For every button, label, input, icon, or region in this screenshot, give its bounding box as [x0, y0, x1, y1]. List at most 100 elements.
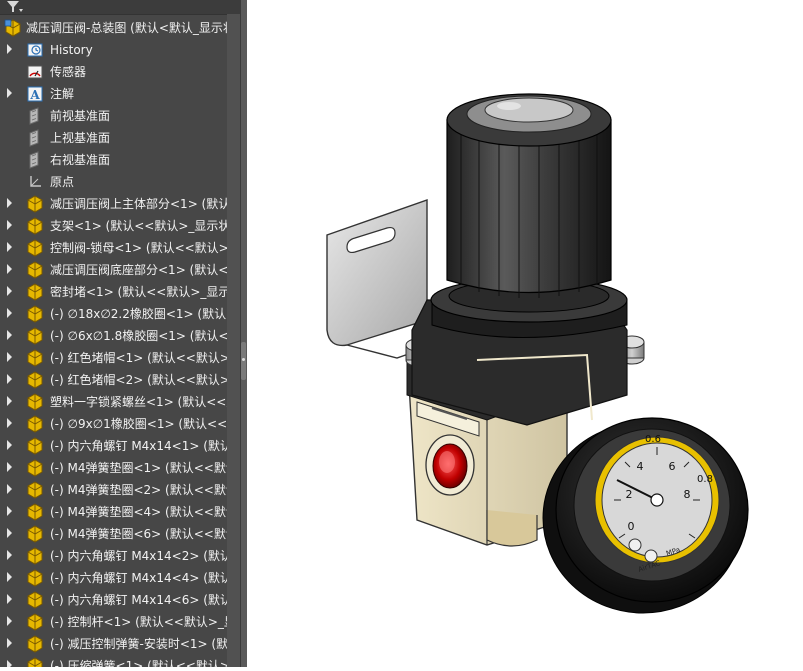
expand-arrow-icon[interactable] — [7, 462, 12, 472]
tree-item-label: 减压调压阀上主体部分<1> (默认<<默认>_显示状态 1>) — [50, 197, 240, 211]
tree-item[interactable]: History — [0, 39, 240, 61]
part-icon — [27, 305, 43, 323]
svg-text:A: A — [29, 88, 40, 102]
tree-item[interactable]: (-) 内六角螺钉 M4x14<6> (默认<<默认>_显示状态 1>) — [0, 589, 240, 611]
panel-splitter[interactable] — [240, 0, 247, 667]
tree-item[interactable]: (-) ∅6x∅1.8橡胶圈<1> (默认<<默认>_显示状态 1>) — [0, 325, 240, 347]
tree-root-assembly[interactable]: 减压调压阀-总装图 (默认<默认_显示状态-1>) — [0, 17, 240, 39]
part-icon — [27, 195, 43, 213]
tree-item[interactable]: 原点 — [0, 171, 240, 193]
expand-arrow-icon[interactable] — [7, 572, 12, 582]
tree-item[interactable]: (-) 控制杆<1> (默认<<默认>_显示状态 1>) — [0, 611, 240, 633]
gauge-scale-2: 2 — [626, 488, 633, 501]
expand-arrow-icon[interactable] — [7, 44, 12, 54]
expand-arrow-icon[interactable] — [7, 396, 12, 406]
tree-item[interactable]: (-) 红色堵帽<1> (默认<<默认>_显示状态 1>) — [0, 347, 240, 369]
tree-item[interactable]: 密封堵<1> (默认<<默认>_显示状态 1>) — [0, 281, 240, 303]
expand-arrow-icon[interactable] — [7, 440, 12, 450]
tree-item[interactable]: (-) ∅9x∅1橡胶圈<1> (默认<<默认>_显示状态 1>) — [0, 413, 240, 435]
expand-arrow-icon[interactable] — [7, 242, 12, 252]
tree-item[interactable]: A 注解 — [0, 83, 240, 105]
tree-filter-bar — [0, 0, 240, 15]
annotation-icon: A — [27, 86, 43, 102]
expand-arrow-icon[interactable] — [7, 88, 12, 98]
graphics-viewport[interactable]: 0 2 4 6 8 0.6 0.8 AirTAC MPa — [247, 0, 803, 667]
tree-item-label: 减压调压阀底座部分<1> (默认<<默认>_显示状态 1>) — [50, 263, 240, 277]
tree-item[interactable]: (-) ∅18x∅2.2橡胶圈<1> (默认<<默认>_显示状态 1>) — [0, 303, 240, 325]
tree-item-label: (-) 控制杆<1> (默认<<默认>_显示状态 1>) — [50, 615, 240, 629]
part-icon — [27, 239, 43, 257]
tree-scroll-gutter[interactable] — [227, 14, 240, 667]
tree-item[interactable]: 减压调压阀底座部分<1> (默认<<默认>_显示状态 1>) — [0, 259, 240, 281]
origin-icon — [30, 176, 41, 187]
tree-item-label: (-) ∅6x∅1.8橡胶圈<1> (默认<<默认>_显示状态 1>) — [50, 329, 240, 343]
plane-icon — [29, 107, 39, 125]
expand-arrow-icon[interactable] — [7, 638, 12, 648]
tree-item[interactable]: (-) M4弹簧垫圈<1> (默认<<默认>_显示状态 1>) — [0, 457, 240, 479]
gauge-scale-8: 8 — [684, 488, 691, 501]
tree-item[interactable]: (-) M4弹簧垫圈<4> (默认<<默认>_显示状态 1>) — [0, 501, 240, 523]
history-icon — [27, 43, 43, 57]
tree-item-label: (-) 减压控制弹簧-安装时<1> (默认<<默认>_显示状态 1>) — [50, 637, 240, 651]
tree-item-label: (-) M4弹簧垫圈<2> (默认<<默认>_显示状态 1>) — [50, 483, 240, 497]
expand-arrow-icon[interactable] — [7, 286, 12, 296]
part-icon — [27, 437, 43, 455]
expand-arrow-icon[interactable] — [7, 506, 12, 516]
tree-item-label: 控制阀-锁母<1> (默认<<默认>_显示状态 1>) — [50, 241, 240, 255]
expand-arrow-icon[interactable] — [7, 616, 12, 626]
expand-arrow-icon[interactable] — [7, 330, 12, 340]
gauge-inner-0.6: 0.6 — [645, 434, 661, 445]
tree-item[interactable]: (-) 内六角螺钉 M4x14<4> (默认<<默认>_显示状态 1>) — [0, 567, 240, 589]
part-icon — [27, 349, 43, 367]
tree-item[interactable]: 塑料一字锁紧螺丝<1> (默认<<默认>_显示状态 1>) — [0, 391, 240, 413]
tree-item-label: 右视基准面 — [50, 153, 111, 167]
expand-arrow-icon[interactable] — [7, 418, 12, 428]
expand-arrow-icon[interactable] — [7, 352, 12, 362]
part-icon — [27, 547, 43, 565]
part-icon — [27, 283, 43, 301]
part-icon — [27, 503, 43, 521]
expand-arrow-icon[interactable] — [7, 308, 12, 318]
feature-manager-tree: 减压调压阀-总装图 (默认<默认_显示状态-1>) History 传感器 A 注解前… — [0, 0, 240, 667]
tree-item[interactable]: 传感器 — [0, 61, 240, 83]
tree-item[interactable]: 控制阀-锁母<1> (默认<<默认>_显示状态 1>) — [0, 237, 240, 259]
pressure-regulator-model[interactable]: 0 2 4 6 8 0.6 0.8 AirTAC MPa — [247, 0, 803, 667]
tree-item-label: 前视基准面 — [50, 109, 111, 123]
part-icon — [27, 459, 43, 477]
tree-item-label: (-) ∅9x∅1橡胶圈<1> (默认<<默认>_显示状态 1>) — [50, 417, 240, 431]
tree-item-label: (-) 内六角螺钉 M4x14<6> (默认<<默认>_显示状态 1>) — [50, 593, 240, 607]
tree-item[interactable]: (-) 减压控制弹簧-安装时<1> (默认<<默认>_显示状态 1>) — [0, 633, 240, 655]
tree-item[interactable]: (-) 压缩弹簧<1> (默认<<默认>_显示状态 1>) — [0, 655, 240, 667]
tree-item-label: (-) 红色堵帽<2> (默认<<默认>_显示状态 1>) — [50, 373, 240, 387]
splitter-collapse-handle[interactable] — [241, 342, 246, 380]
expand-arrow-icon[interactable] — [7, 528, 12, 538]
expand-arrow-icon[interactable] — [7, 550, 12, 560]
tree-item-label: 密封堵<1> (默认<<默认>_显示状态 1>) — [50, 285, 240, 299]
tree-item[interactable]: (-) 内六角螺钉 M4x14<2> (默认<<默认>_显示状态 1>) — [0, 545, 240, 567]
tree-item-label: (-) M4弹簧垫圈<6> (默认<<默认>_显示状态 1>) — [50, 527, 240, 541]
expand-arrow-icon[interactable] — [7, 264, 12, 274]
tree-item[interactable]: 减压调压阀上主体部分<1> (默认<<默认>_显示状态 1>) — [0, 193, 240, 215]
expand-arrow-icon[interactable] — [7, 220, 12, 230]
tree-item[interactable]: 上视基准面 — [0, 127, 240, 149]
plane-icon — [29, 151, 39, 169]
part-icon — [27, 635, 43, 653]
expand-arrow-icon[interactable] — [7, 484, 12, 494]
tree-item[interactable]: 右视基准面 — [0, 149, 240, 171]
tree-item[interactable]: (-) 内六角螺钉 M4x14<1> (默认<<默认>_显示状态 1>) — [0, 435, 240, 457]
part-icon — [27, 393, 43, 411]
tree-item[interactable]: (-) M4弹簧垫圈<2> (默认<<默认>_显示状态 1>) — [0, 479, 240, 501]
tree-root-label: 减压调压阀-总装图 (默认<默认_显示状态-1>) — [26, 21, 240, 35]
funnel-icon[interactable] — [4, 0, 24, 14]
tree-item[interactable]: (-) 红色堵帽<2> (默认<<默认>_显示状态 1>) — [0, 369, 240, 391]
part-icon — [27, 657, 43, 667]
tree-item-label: (-) 内六角螺钉 M4x14<1> (默认<<默认>_显示状态 1>) — [50, 439, 240, 453]
sensor-icon — [27, 65, 43, 79]
expand-arrow-icon[interactable] — [7, 198, 12, 208]
tree-item[interactable]: (-) M4弹簧垫圈<6> (默认<<默认>_显示状态 1>) — [0, 523, 240, 545]
expand-arrow-icon[interactable] — [7, 660, 12, 667]
expand-arrow-icon[interactable] — [7, 374, 12, 384]
expand-arrow-icon[interactable] — [7, 594, 12, 604]
tree-item[interactable]: 前视基准面 — [0, 105, 240, 127]
tree-item[interactable]: 支架<1> (默认<<默认>_显示状态 1>) — [0, 215, 240, 237]
